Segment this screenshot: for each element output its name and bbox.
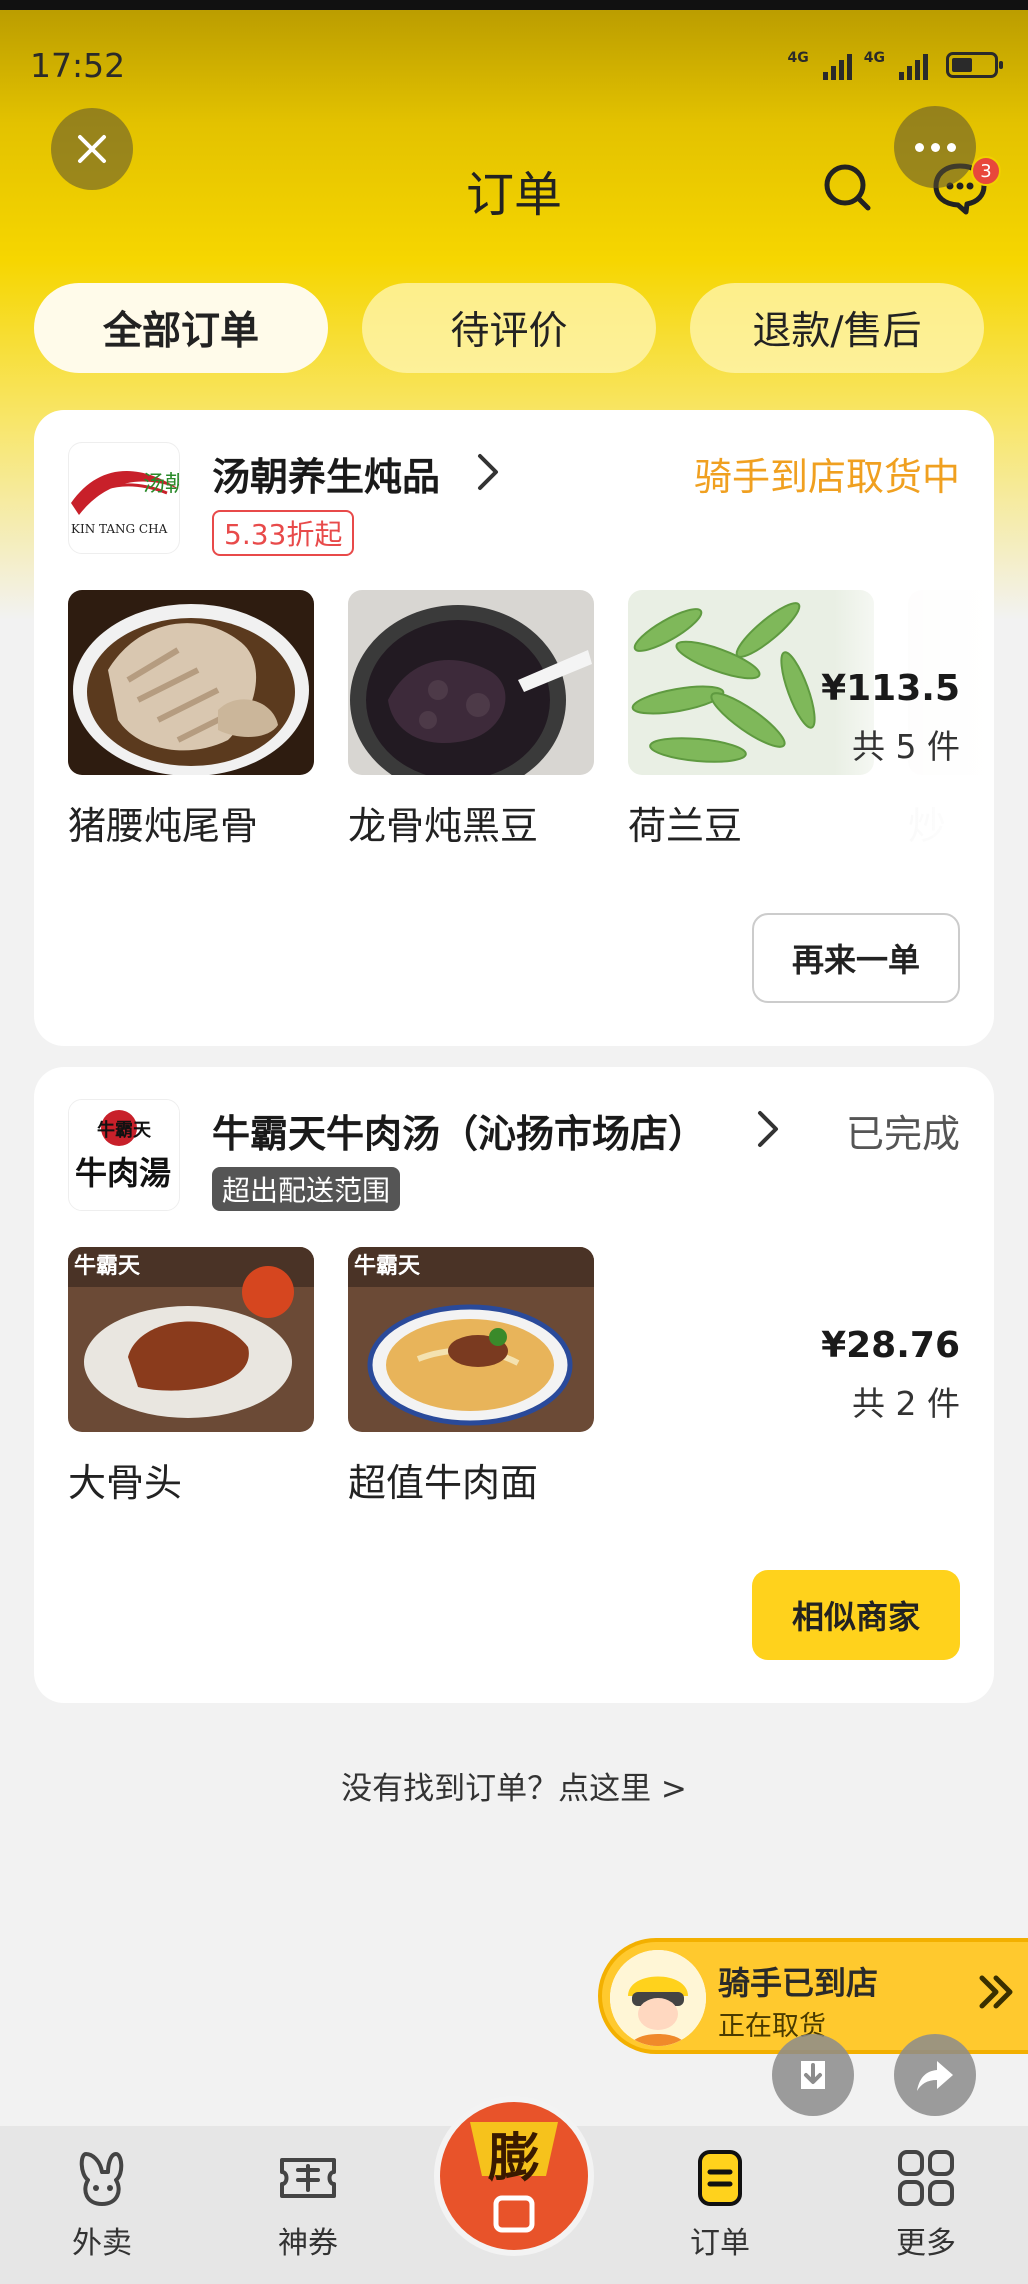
nav-item-more[interactable]: 更多 (856, 2146, 996, 2262)
out-of-range-tag: 超出配送范围 (212, 1167, 401, 1211)
nav-item-orders[interactable]: 订单 (650, 2146, 790, 2262)
grid-icon (898, 2150, 954, 2206)
double-chevron-right-icon (979, 1975, 1013, 2009)
order-card[interactable]: 牛霸天 牛肉湯 牛霸天牛肉汤（沁扬市场店） 已完成 超出配送范围 牛霸天 大骨头 (34, 1067, 994, 1703)
download-button[interactable] (772, 2034, 854, 2116)
nav-item-takeout[interactable]: 外卖 (32, 2146, 172, 2262)
shop-name[interactable]: 牛霸天牛肉汤（沁扬市场店） (212, 1103, 706, 1158)
rabbit-icon (79, 2152, 124, 2206)
shop-logo-subtext: 牛霸天 (97, 1119, 152, 1141)
discount-tag: 5.33折起 (212, 510, 355, 556)
shop-logo[interactable]: 汤朝 KIN TANG CHA (68, 442, 180, 554)
order-price: ¥113.5 (821, 668, 960, 709)
chevron-right-icon[interactable] (474, 452, 502, 492)
tab-all-orders[interactable]: 全部订单 (34, 283, 328, 373)
battery-icon (946, 52, 1003, 78)
tab-to-review[interactable]: 待评价 (362, 283, 656, 373)
shop-logo-text: 牛肉湯 (75, 1154, 171, 1192)
shop-logo-graphic: 牛霸天 牛肉湯 (69, 1100, 179, 1210)
reorder-button[interactable]: 再来一单 (752, 913, 960, 1003)
share-button[interactable] (894, 2034, 976, 2116)
dish-name: 超值牛肉面 (348, 1461, 539, 1505)
chevron-right-icon[interactable] (754, 1109, 782, 1149)
nav-label-takeout: 外卖 (72, 2226, 132, 2261)
nav-center-promo-button[interactable]: 膨 (434, 2096, 594, 2256)
signal-icon (822, 50, 852, 80)
dish-photo: 牛霸天 (348, 1247, 594, 1432)
dish-photo (68, 590, 314, 775)
nav-center-label: 膨 (487, 2129, 540, 2189)
order-status: 已完成 (845, 1112, 960, 1156)
nav-label-more: 更多 (896, 2226, 956, 2261)
order-item[interactable]: 牛霸天 超值牛肉面 (348, 1247, 594, 1507)
item-count: 共 2 件 (852, 1384, 960, 1423)
dish-name: 大骨头 (68, 1461, 183, 1505)
dish-photo-label: 牛霸天 (74, 1253, 141, 1279)
item-count: 共 5 件 (852, 727, 960, 766)
dish-name: 猪腰炖尾骨 (68, 804, 259, 848)
status-time: 17:52 (30, 46, 126, 85)
order-card[interactable]: 汤朝 KIN TANG CHA 汤朝养生炖品 骑手到店取货中 5.33折起 猪腰… (34, 410, 994, 1046)
more-dots-icon (914, 142, 956, 152)
shop-logo-graphic: 汤朝 KIN TANG CHA (71, 470, 180, 536)
share-arrow-icon (917, 2061, 953, 2091)
order-item[interactable]: 牛霸天 大骨头 (68, 1247, 314, 1507)
more-options-button[interactable] (894, 106, 976, 188)
search-button[interactable] (820, 160, 874, 214)
shop-name[interactable]: 汤朝养生炖品 (212, 446, 440, 501)
dish-photo (348, 590, 594, 775)
system-icons: 4G 4G (787, 50, 1003, 80)
order-list-icon (698, 2150, 742, 2206)
nav-label-coupons: 神券 (278, 2226, 338, 2261)
tab-refund-aftersales[interactable]: 退款/售后 (690, 283, 984, 373)
rider-avatar (610, 1950, 706, 2046)
dish-photo-label: 牛霸天 (354, 1253, 421, 1279)
status-bar: 17:52 4G 4G (0, 40, 1028, 96)
order-status: 骑手到店取货中 (693, 455, 960, 499)
coupon-icon (280, 2158, 336, 2198)
order-item[interactable]: 猪腰炖尾骨 (68, 590, 314, 850)
screen-top-edge (0, 0, 1028, 10)
nav-item-coupons[interactable]: 神券 (238, 2146, 378, 2262)
nav-label-orders: 订单 (690, 2226, 750, 2261)
shop-logo[interactable]: 牛霸天 牛肉湯 (68, 1099, 180, 1211)
similar-shops-button[interactable]: 相似商家 (752, 1570, 960, 1660)
order-price: ¥28.76 (821, 1325, 960, 1366)
dish-photo: 牛霸天 (68, 1247, 314, 1432)
download-icon (801, 2061, 825, 2089)
dish-name: 龙骨炖黑豆 (348, 804, 539, 848)
signal-icon-2 (899, 50, 928, 80)
order-not-found-link[interactable]: 没有找到订单？点这里 > (0, 1763, 1028, 1808)
order-filter-tabs: 全部订单 待评价 退款/售后 (34, 283, 986, 373)
network-type-label-2: 4G (863, 50, 885, 66)
search-icon (824, 164, 871, 211)
network-type-label: 4G (787, 50, 809, 66)
rider-status-title: 骑手已到店 (718, 1964, 879, 2002)
shop-logo-subtext: KIN TANG CHA (71, 522, 168, 536)
message-count-badge: 3 (971, 156, 1001, 186)
shop-logo-text: 汤朝 (143, 472, 180, 497)
order-item[interactable]: 龙骨炖黑豆 (348, 590, 594, 850)
